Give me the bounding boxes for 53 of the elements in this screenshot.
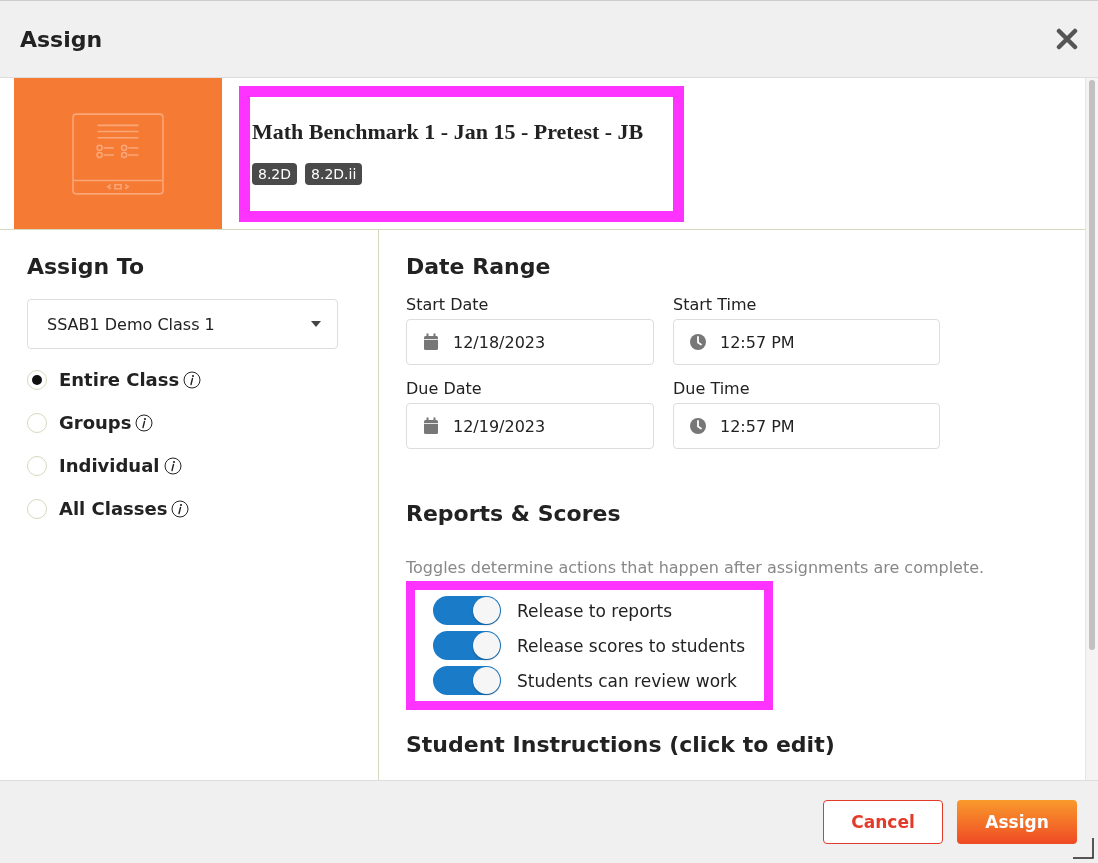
info-icon: [171, 499, 190, 518]
toggle-label: Release scores to students: [517, 635, 746, 656]
toggle-switch[interactable]: [433, 666, 501, 695]
scrollbar-thumb[interactable]: [1089, 80, 1095, 650]
section-heading: Reports & Scores: [406, 501, 622, 526]
info-icon: [135, 413, 154, 432]
date-field[interactable]: 12/19/2023: [406, 403, 654, 449]
worksheet-icon: [72, 112, 164, 195]
clock-icon: [690, 333, 706, 351]
close-button[interactable]: [1056, 28, 1078, 50]
resize-handle-icon: [1072, 837, 1094, 859]
class-dropdown[interactable]: SSAB1 Demo Class 1: [27, 299, 338, 349]
field-value: 12:57 PM: [720, 332, 795, 352]
hint-text: Toggles determine actions that happen after assignments are complete.: [406, 558, 986, 577]
field-label: Start Date: [406, 295, 490, 314]
calendar-icon: [423, 333, 439, 351]
scrollbar[interactable]: [1085, 78, 1098, 780]
dropdown-value: SSAB1 Demo Class 1: [47, 314, 215, 334]
field-label: Start Time: [673, 295, 758, 314]
toggle-switch[interactable]: [433, 596, 501, 625]
field-label: Due Time: [673, 379, 751, 398]
info-icon: [163, 456, 182, 475]
time-field[interactable]: 12:57 PM: [673, 319, 940, 365]
assignment-title: Math Benchmark 1 - Jan 15 - Pretest - JB: [252, 119, 645, 145]
cancel-button[interactable]: Cancel: [823, 800, 943, 844]
field-value: 12:57 PM: [720, 416, 795, 436]
radio-button[interactable]: [27, 455, 47, 476]
toggle-label: Students can review work: [517, 670, 737, 691]
field-value: 12/18/2023: [453, 332, 546, 352]
window-title: Assign: [20, 26, 103, 52]
section-heading: Assign To: [27, 254, 146, 279]
radio-button[interactable]: [27, 369, 47, 390]
radio-button[interactable]: [27, 412, 47, 433]
standard-tag: 8.2D: [252, 163, 298, 185]
field-label: Due Date: [406, 379, 483, 398]
section-heading: Date Range: [406, 254, 552, 279]
radio-label[interactable]: Entire Class: [59, 369, 180, 390]
toggle-label: Release to reports: [517, 600, 673, 621]
calendar-icon: [423, 417, 439, 435]
time-field[interactable]: 12:57 PM: [673, 403, 940, 449]
clock-icon: [690, 417, 706, 435]
section-heading[interactable]: Student Instructions (click to edit): [406, 732, 1058, 757]
info-icon: [183, 370, 202, 389]
radio-button[interactable]: [27, 498, 47, 519]
standard-tag: 8.2D.ii: [305, 163, 363, 185]
radio-label[interactable]: Groups: [59, 412, 132, 433]
radio-label[interactable]: Individual: [59, 455, 160, 476]
field-value: 12/19/2023: [453, 416, 546, 436]
toggle-switch[interactable]: [433, 631, 501, 660]
close-icon: [1056, 28, 1078, 50]
radio-label[interactable]: All Classes: [59, 498, 168, 519]
date-field[interactable]: 12/18/2023: [406, 319, 654, 365]
caret-icon: [311, 321, 321, 327]
